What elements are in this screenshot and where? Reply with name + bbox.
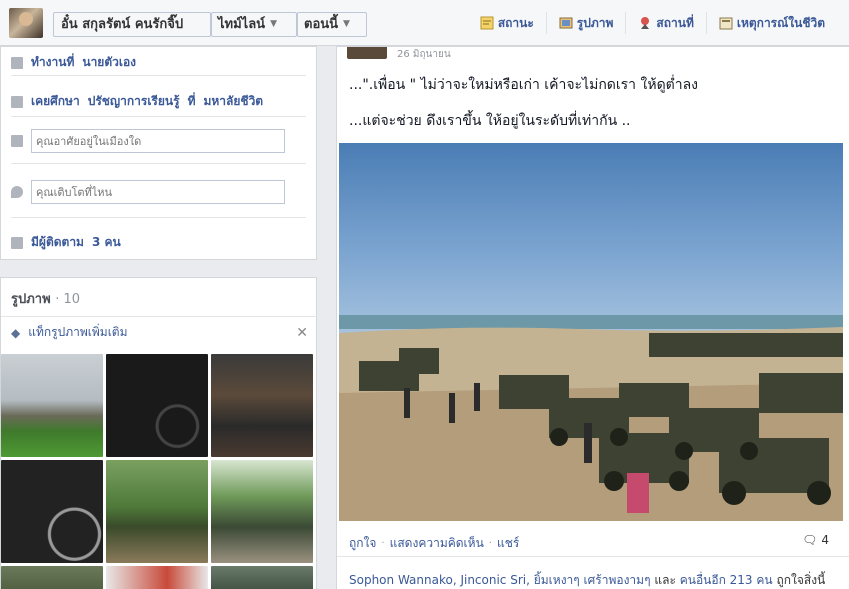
timeline-dropdown[interactable]: ไทม์ไลน์ ▼ xyxy=(211,12,297,37)
hometown-input[interactable] xyxy=(31,180,285,204)
photo-thumbnail[interactable] xyxy=(1,566,103,589)
close-icon[interactable]: ✕ xyxy=(296,325,308,341)
photo-thumbnail[interactable] xyxy=(211,460,313,563)
post-text-line: ...แต่จะช่วย ดึงเราขึ้น ให้อยู่ในระดับที… xyxy=(349,113,631,129)
photos-card: รูปภาพ · 10 ◆ แท็กรูปภาพเพิ่มเติม ✕ xyxy=(0,277,318,589)
profile-avatar[interactable] xyxy=(9,8,43,38)
current-city-input[interactable] xyxy=(31,129,285,153)
study-at: ที่ xyxy=(187,94,196,108)
photos-count: 10 xyxy=(63,292,81,307)
rss-icon xyxy=(11,236,23,249)
post-timestamp[interactable]: 26 มิถุนายน xyxy=(397,47,527,59)
status-action[interactable]: สถานะ xyxy=(468,12,546,34)
timeline-post: 26 มิถุนายน ...".เพื่อน " ไม่ว่าจะใหม่หร… xyxy=(336,46,849,589)
place-action[interactable]: สถานที่ xyxy=(625,12,705,34)
status-label: สถานะ xyxy=(497,15,534,30)
work-row: ทำงานที่ นายตัวเอง xyxy=(11,53,306,72)
study-school-link[interactable]: มหาลัยชีวิต xyxy=(203,92,263,111)
comment-link[interactable]: แสดงความคิดเห็น xyxy=(390,534,484,553)
photo-action[interactable]: รูปภาพ xyxy=(545,12,626,34)
post-text-line: ...".เพื่อน " ไม่ว่าจะใหม่หรือเก่า เค้าจ… xyxy=(349,77,699,93)
other-likers-link[interactable]: คนอื่นอีก 213 คน xyxy=(680,573,773,587)
photo-thumbnail[interactable] xyxy=(106,354,208,457)
divider xyxy=(11,116,306,117)
divider xyxy=(11,163,306,164)
about-card: ทำงานที่ นายตัวเอง เคยศึกษา ปรัชญาการเรี… xyxy=(0,46,317,260)
tag-photos-row[interactable]: ◆ แท็กรูปภาพเพิ่มเติม ✕ xyxy=(1,316,318,348)
location-pin-icon xyxy=(11,186,23,198)
photo-thumbnail[interactable] xyxy=(106,460,208,563)
photo-thumbnail[interactable] xyxy=(211,354,313,457)
current-city-row xyxy=(11,129,306,153)
followers-prefix: มีผู้ติดตาม xyxy=(31,235,84,249)
photo-icon xyxy=(559,17,573,29)
share-link[interactable]: แชร์ xyxy=(497,534,519,553)
now-label: ตอนนี้ xyxy=(304,17,339,32)
post-photo[interactable] xyxy=(339,143,843,521)
photos-title[interactable]: รูปภาพ · 10 xyxy=(11,288,80,309)
photo-thumbnail[interactable] xyxy=(106,566,208,589)
likes-tail: ถูกใจสิ่งนี้ xyxy=(776,573,826,587)
comment-count-value: 4 xyxy=(821,533,829,547)
life-event-label: เหตุการณ์ในชีวิต xyxy=(736,15,825,30)
likes-and: และ xyxy=(654,573,676,587)
profile-name: อั๋น สกุลรัตน์ คนรักจิ๊ป xyxy=(61,17,184,32)
followers-row[interactable]: มีผู้ติดตาม 3 คน xyxy=(11,233,306,252)
likers-link[interactable]: Sophon Wannako, Jinconic Sri, ยิ้มเหงาๆ … xyxy=(349,573,651,587)
timeline-label: ไทม์ไลน์ xyxy=(218,17,266,32)
photos-title-label: รูปภาพ xyxy=(11,292,51,307)
photo-thumbnail[interactable] xyxy=(211,566,313,589)
beach-jeeps-image xyxy=(339,315,843,521)
chevron-down-icon: ▼ xyxy=(270,19,277,29)
hometown-row xyxy=(11,180,306,204)
life-event-action[interactable]: เหตุการณ์ในชีวิต xyxy=(705,12,837,34)
place-icon xyxy=(641,17,650,29)
composer-actions: สถานะ รูปภาพ สถานที่ เหตุการณ์ในชีวิต xyxy=(468,12,837,34)
tag-icon: ◆ xyxy=(11,325,21,340)
place-label: สถานที่ xyxy=(656,15,694,30)
likes-summary: Sophon Wannako, Jinconic Sri, ยิ้มเหงาๆ … xyxy=(337,556,849,589)
chevron-down-icon: ▼ xyxy=(343,19,350,29)
now-dropdown[interactable]: ตอนนี้ ▼ xyxy=(297,12,367,37)
life-event-icon xyxy=(719,17,733,30)
like-link[interactable]: ถูกใจ xyxy=(349,534,376,553)
home-icon xyxy=(11,135,23,147)
work-prefix: ทำงานที่ xyxy=(31,55,75,69)
study-subject-link[interactable]: ปรัชญาการเรียนรู้ xyxy=(88,92,180,111)
comment-icon: 🗨 xyxy=(802,533,818,547)
divider xyxy=(11,217,306,218)
timeline-header: อั๋น สกุลรัตน์ คนรักจิ๊ป ไทม์ไลน์ ▼ ตอนน… xyxy=(0,0,849,46)
briefcase-icon xyxy=(11,56,23,69)
profile-name-button[interactable]: อั๋น สกุลรัตน์ คนรักจิ๊ป xyxy=(53,12,211,37)
tag-photos-label: แท็กรูปภาพเพิ่มเติม xyxy=(28,325,128,339)
work-link[interactable]: นายตัวเอง xyxy=(82,53,136,72)
comment-count[interactable]: 🗨 4 xyxy=(802,533,829,547)
divider xyxy=(11,75,306,76)
status-icon xyxy=(480,16,494,30)
photo-label: รูปภาพ xyxy=(576,15,614,30)
photo-thumbnail[interactable] xyxy=(1,354,103,457)
school-icon xyxy=(11,95,23,108)
followers-count: 3 คน xyxy=(91,235,121,249)
post-action-bar: ถูกใจ · แสดงความคิดเห็น · แชร์ xyxy=(349,534,519,553)
post-author-avatar[interactable] xyxy=(347,47,387,59)
education-row: เคยศึกษา ปรัชญาการเรียนรู้ ที่ มหาลัยชีว… xyxy=(11,92,306,111)
photo-thumbnail[interactable] xyxy=(1,460,103,563)
study-prefix: เคยศึกษา xyxy=(31,94,80,108)
